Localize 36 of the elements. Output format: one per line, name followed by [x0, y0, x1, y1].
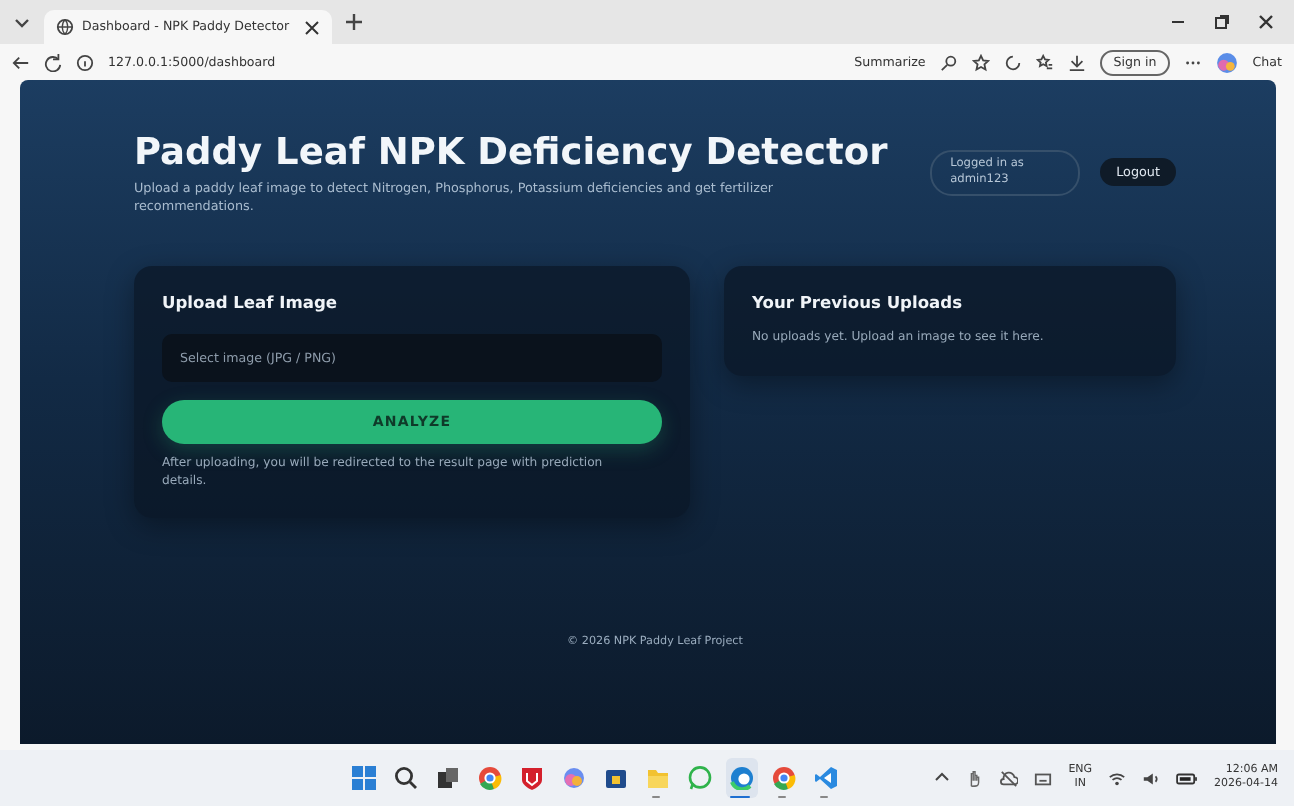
reload-icon[interactable]	[44, 53, 62, 71]
copilot-icon	[562, 766, 587, 790]
hand-icon[interactable]	[966, 769, 985, 787]
restore-icon[interactable]	[1214, 14, 1230, 30]
shield-icon	[520, 766, 545, 790]
start-icon	[352, 766, 377, 790]
search-icon	[394, 766, 419, 790]
close-icon[interactable]	[1258, 14, 1274, 30]
folder-icon	[646, 766, 671, 790]
edge-icon	[730, 766, 755, 790]
cloud-icon[interactable]	[1000, 769, 1019, 787]
chrome-icon	[772, 766, 797, 790]
plus-icon[interactable]	[344, 12, 364, 32]
favorites-icon[interactable]	[1035, 53, 1054, 71]
vscode-icon	[814, 766, 839, 790]
keyboard-icon[interactable]	[1034, 769, 1053, 787]
card-title: Upload Leaf Image	[162, 292, 340, 313]
chevron-up-icon[interactable]	[934, 770, 951, 786]
close-icon[interactable]	[304, 19, 320, 35]
chrome-icon	[478, 766, 503, 790]
taskbar-button[interactable]	[726, 758, 759, 798]
globe-icon	[56, 18, 74, 36]
battery-icon[interactable]	[1176, 769, 1199, 787]
whatsapp-icon	[688, 766, 713, 790]
star-icon[interactable]	[971, 53, 990, 71]
taskview-icon	[436, 766, 461, 790]
store-icon	[604, 766, 629, 790]
back-arrow-icon[interactable]	[12, 53, 30, 71]
refresh-icon[interactable]	[1003, 53, 1022, 71]
card-title: Your Previous Uploads	[752, 292, 965, 313]
copilot-icon[interactable]	[1216, 51, 1239, 73]
wifi-icon[interactable]	[1108, 769, 1127, 787]
page-title: Paddy Leaf NPK Deficiency Detector	[134, 132, 890, 174]
info-icon[interactable]	[76, 53, 94, 71]
download-icon[interactable]	[1067, 53, 1086, 71]
speaker-icon[interactable]	[1142, 769, 1161, 787]
